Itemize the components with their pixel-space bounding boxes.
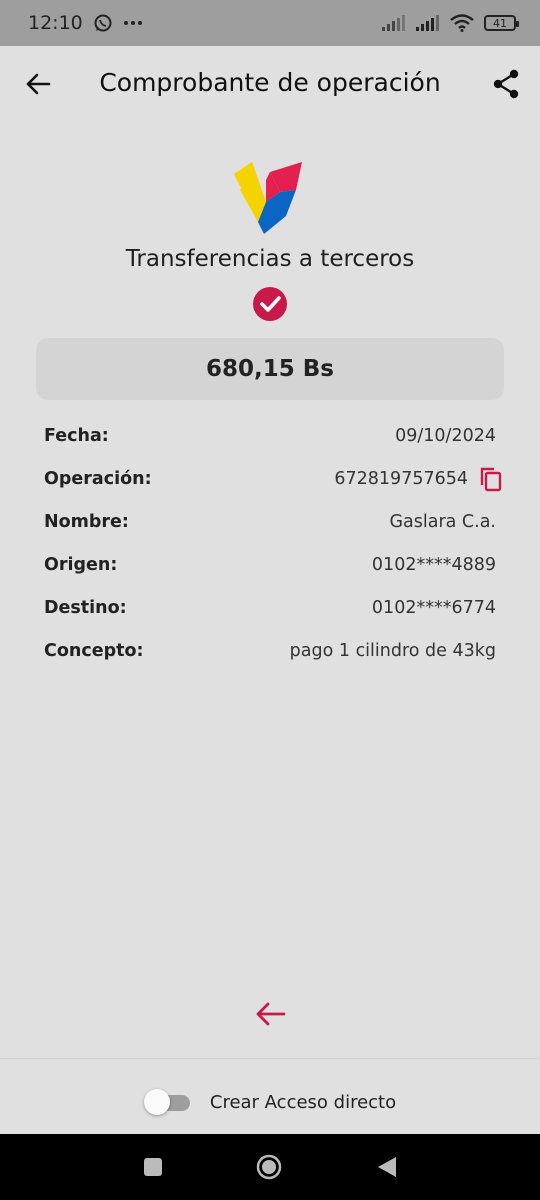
status-time: 12:10 bbox=[28, 12, 83, 34]
divider bbox=[0, 1058, 540, 1059]
status-left: 12:10 bbox=[28, 12, 143, 34]
navigation-bar bbox=[0, 1134, 540, 1200]
detail-label: Destino: bbox=[44, 597, 127, 618]
amount-box: 680,15 Bs bbox=[36, 338, 504, 400]
shortcut-row: Crear Acceso directo bbox=[0, 1086, 540, 1118]
shortcut-toggle[interactable] bbox=[143, 1089, 192, 1115]
detail-value: 0102****4889 bbox=[371, 554, 496, 575]
status-bar: 12:10 41 bbox=[0, 0, 540, 46]
detail-row-fecha: Fecha: 09/10/2024 bbox=[44, 414, 496, 457]
detail-row-origen: Origen: 0102****4889 bbox=[44, 543, 496, 586]
battery-icon: 41 bbox=[484, 15, 519, 31]
details-list: Fecha: 09/10/2024 Operación: 67281975765… bbox=[44, 414, 502, 672]
detail-value: 672819757654 bbox=[334, 468, 468, 489]
detail-value: 09/10/2024 bbox=[395, 425, 496, 446]
detail-row-operacion: Operación: 672819757654 bbox=[44, 457, 502, 500]
signal-icon bbox=[382, 15, 405, 31]
detail-label: Concepto: bbox=[44, 640, 144, 661]
copy-icon[interactable] bbox=[478, 466, 504, 492]
detail-row-destino: Destino: 0102****6774 bbox=[44, 586, 496, 629]
signal-icon bbox=[416, 15, 439, 31]
toggle-knob bbox=[143, 1089, 170, 1115]
detail-value: pago 1 cilindro de 43kg bbox=[289, 640, 496, 661]
amount-value: 680,15 Bs bbox=[206, 356, 334, 382]
page-title: Comprobante de operación bbox=[99, 68, 441, 97]
check-icon bbox=[253, 287, 287, 321]
triangle-icon[interactable] bbox=[374, 1154, 400, 1180]
share-icon[interactable] bbox=[490, 68, 522, 100]
wifi-icon bbox=[450, 14, 474, 32]
bank-logo bbox=[234, 162, 302, 234]
battery-level: 41 bbox=[493, 16, 507, 30]
detail-label: Fecha: bbox=[44, 425, 109, 446]
detail-value: 0102****6774 bbox=[371, 597, 496, 618]
detail-value: Gaslara C.a. bbox=[389, 511, 496, 532]
back-arrow-icon[interactable] bbox=[252, 996, 288, 1032]
status-right: 41 bbox=[382, 14, 519, 32]
detail-value-wrap: 672819757654 bbox=[334, 466, 502, 492]
detail-row-concepto: Concepto: pago 1 cilindro de 43kg bbox=[44, 629, 496, 672]
more-icon bbox=[123, 21, 142, 25]
detail-label: Operación: bbox=[44, 468, 152, 489]
operation-type: Transferencias a terceros bbox=[125, 246, 415, 272]
square-icon[interactable] bbox=[140, 1154, 166, 1180]
whatsapp-icon bbox=[94, 14, 112, 32]
detail-label: Origen: bbox=[44, 554, 118, 575]
detail-row-nombre: Nombre: Gaslara C.a. bbox=[44, 500, 496, 543]
shortcut-label: Crear Acceso directo bbox=[209, 1091, 397, 1113]
app-bar: Comprobante de operación bbox=[0, 46, 540, 126]
circle-icon[interactable] bbox=[256, 1154, 282, 1180]
detail-label: Nombre: bbox=[44, 511, 129, 532]
